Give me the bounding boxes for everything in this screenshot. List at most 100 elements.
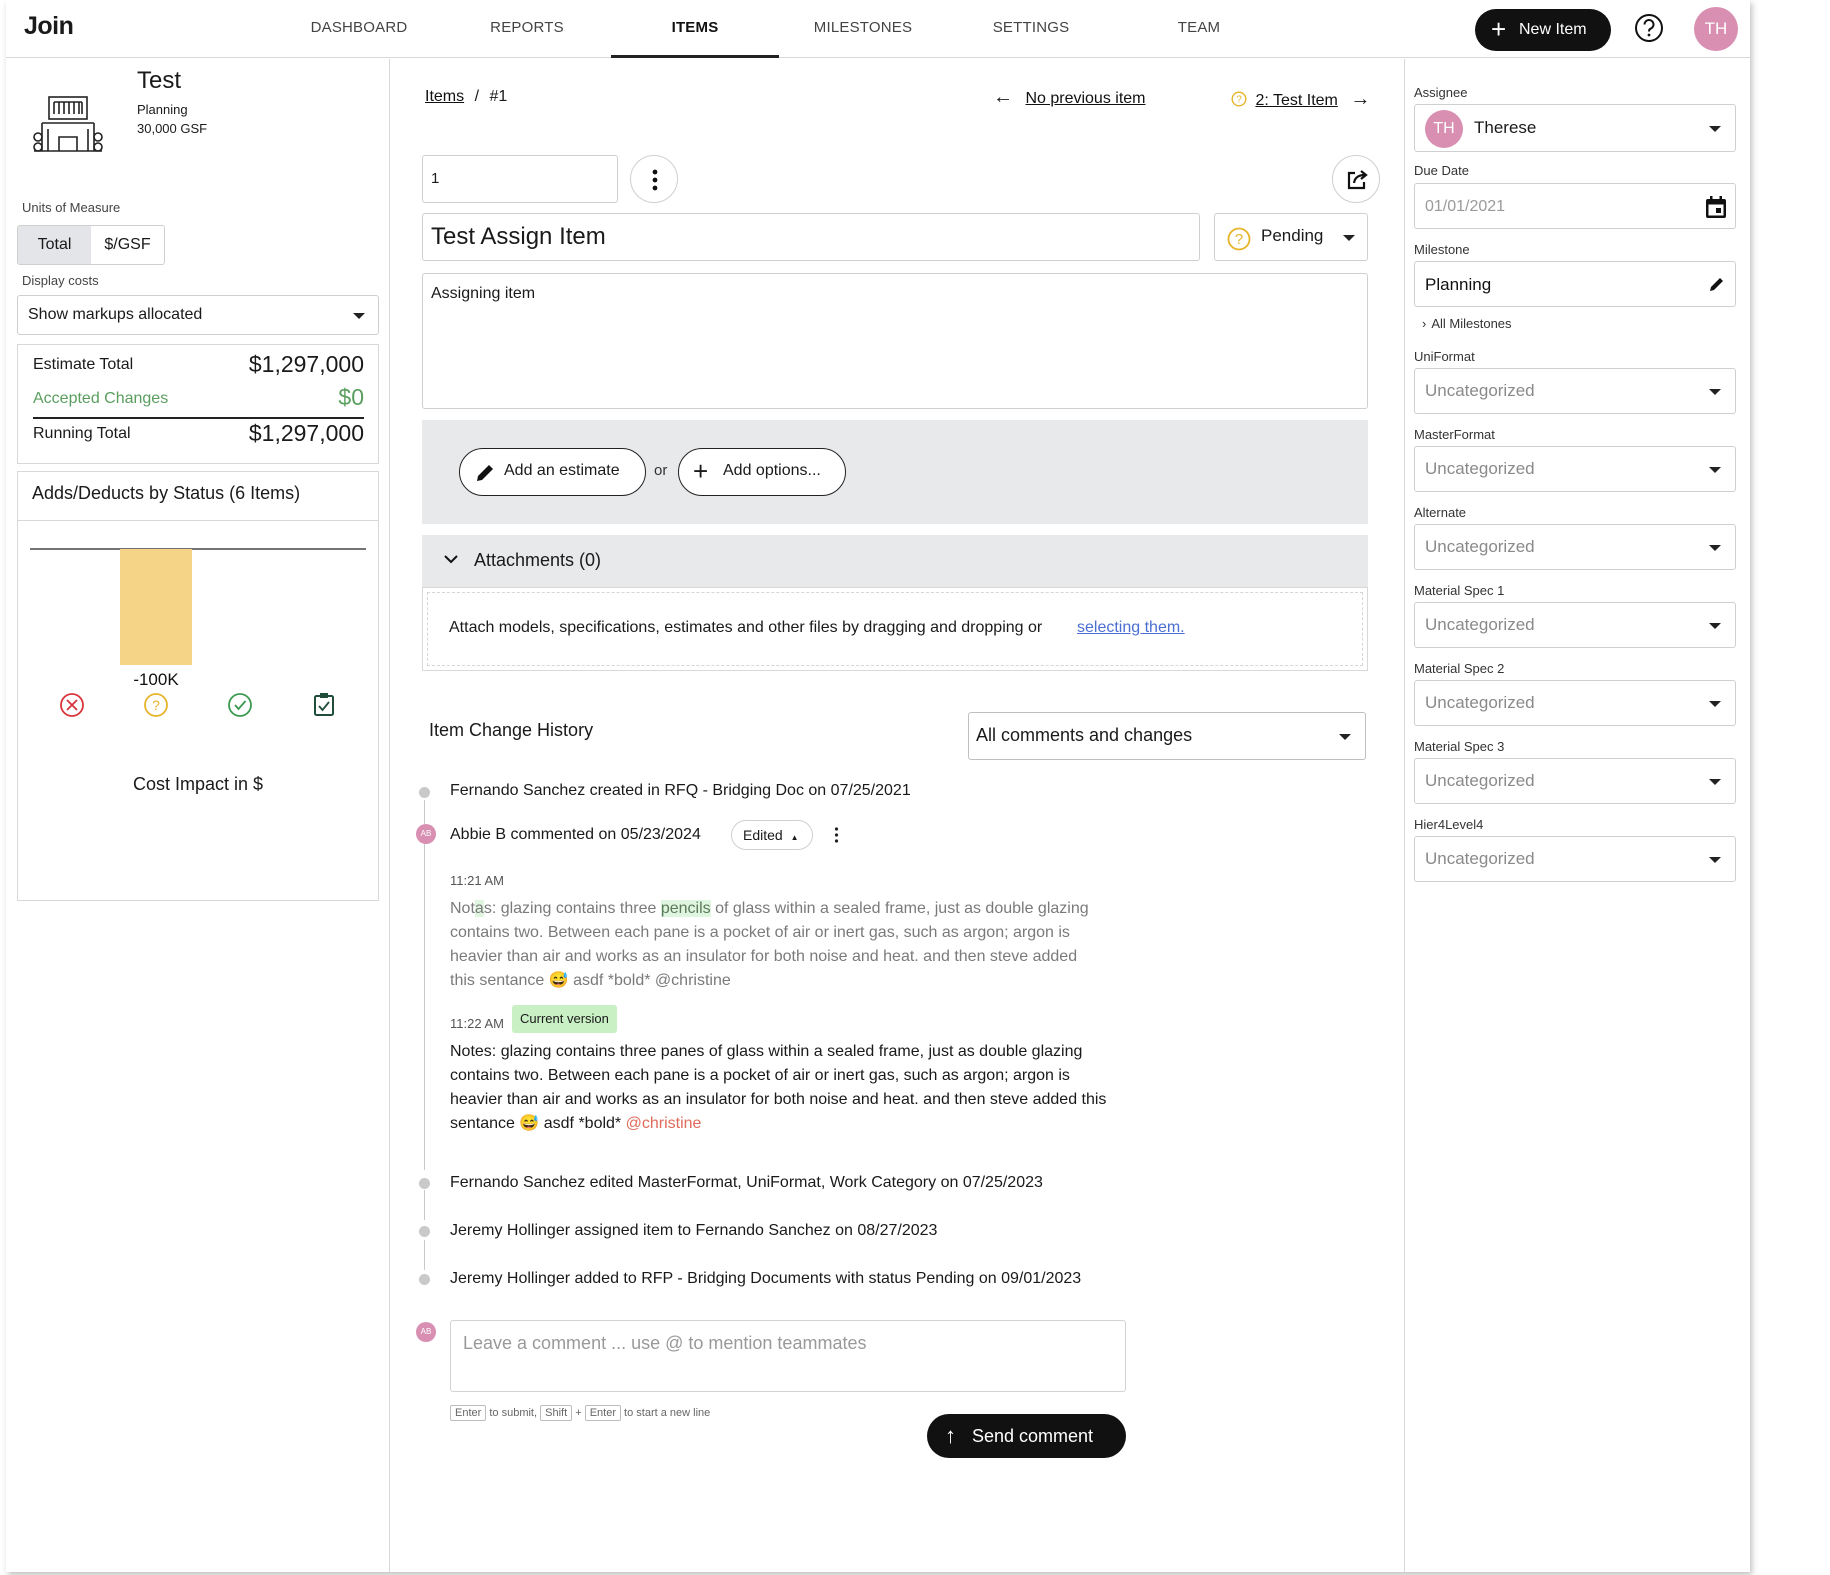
comment-input[interactable]: Leave a comment ... use @ to mention tea… [450,1320,1126,1392]
next-item-nav[interactable]: ? 2: Test Item → [1231,88,1370,111]
new-item-label: New Item [1519,21,1587,38]
chevron-down-icon [1709,701,1721,707]
arrow-left-icon: ← [993,86,1013,108]
status-chart-card: Adds/Deducts by Status (6 Items) -100K? … [17,471,379,901]
breadcrumb: Items / #1 [425,88,508,105]
svg-text:?: ? [1236,95,1242,106]
units-gsf-option[interactable]: $/GSF [91,226,164,264]
history-title: Item Change History [429,720,594,740]
chevron-up-icon: ▲ [790,833,799,842]
pencil-icon[interactable] [1709,276,1725,292]
material-spec-3-select[interactable]: Uncategorized [1414,758,1736,804]
hier4level4-select[interactable]: Uncategorized [1414,836,1736,882]
building-icon [33,96,103,152]
chevron-down-icon [1709,389,1721,395]
all-milestones-link[interactable]: › All Milestones [1422,316,1512,331]
tab-items[interactable]: ITEMS [611,0,779,58]
chevron-down-icon [1709,126,1721,132]
material-spec-1-select[interactable]: Uncategorized [1414,602,1736,648]
totals-card: Estimate Total $1,297,000 Accepted Chang… [17,344,379,464]
chevron-down-icon [1709,779,1721,785]
material-spec-3-value: Uncategorized [1425,771,1535,790]
timeline-dot [419,1226,430,1237]
masterformat-select[interactable]: Uncategorized [1414,446,1736,492]
accepted-status-icon [228,693,252,717]
chart-title: Adds/Deducts by Status (6 Items) [32,483,301,503]
item-number-input[interactable]: 1 [422,155,618,203]
prev-item-link[interactable]: No previous item [1025,90,1145,107]
help-icon[interactable] [1634,13,1664,43]
arrow-right-icon: → [1350,88,1371,110]
project-gsf: 30,000 GSF [137,121,208,136]
chart-x-label: Cost Impact in $ [132,774,264,794]
breadcrumb-items-link[interactable]: Items [425,88,464,105]
add-options-button[interactable]: + Add options... [678,448,846,496]
chevron-down-icon [1339,734,1351,740]
timeline-dot [419,1178,430,1189]
question-mark-icon: ? [152,697,160,713]
chart-title-divider [18,520,378,521]
timeline-line [424,844,425,1170]
history-filter-select[interactable]: All comments and changes [968,712,1366,760]
milestone-field[interactable]: Planning [1414,261,1736,307]
item-title-input[interactable]: Test Assign Item [422,213,1200,261]
status-chart: -100K? [30,548,366,717]
send-comment-button[interactable]: ↑ Send comment [927,1414,1126,1458]
new-item-button[interactable]: + New Item [1475,9,1611,51]
clipboard-clip-icon [320,693,328,698]
next-item-link[interactable]: 2: Test Item [1255,92,1337,109]
chevron-right-icon: › [1422,316,1427,331]
due-date-label: Due Date [1414,163,1469,178]
clipboard-icon [314,695,334,716]
item-more-button[interactable] [630,155,678,203]
material-spec-1-label: Material Spec 1 [1414,583,1505,598]
material-spec-2-value: Uncategorized [1425,693,1535,712]
edited-toggle[interactable]: Edited ▲ [731,820,813,850]
add-estimate-label: Add an estimate [504,462,620,479]
comment-more-icon[interactable] [834,827,839,843]
project-phase: Planning [137,102,188,117]
app-logo[interactable]: Join [24,12,74,41]
old-version-text: Notas: glazing contains three pencils of… [450,900,1089,989]
status-select[interactable]: ? Pending [1214,213,1368,261]
mention-link[interactable]: @christine [626,1115,702,1132]
accepted-changes-value: $0 [338,384,364,410]
chevron-down-icon [1709,857,1721,863]
chevron-down-icon [444,555,458,564]
tab-team[interactable]: TEAM [1115,0,1283,58]
calendar-icon[interactable] [1705,195,1727,219]
history-event: Fernando Sanchez created in RFQ - Bridgi… [450,782,911,799]
project-sidebar: Test Planning 30,000 GSF Units of Measur… [6,59,390,1572]
add-estimate-button[interactable]: Add an estimate [459,448,646,496]
history-event: Jeremy Hollinger assigned item to Fernan… [450,1222,938,1239]
timeline-line [424,1190,425,1220]
description-value: Assigning item [431,285,536,302]
due-date-input[interactable]: 01/01/2021 [1414,183,1736,229]
prev-item-nav[interactable]: ← No previous item [993,86,1146,109]
attach-instructions: Attach models, specifications, estimates… [449,619,1043,636]
material-spec-2-select[interactable]: Uncategorized [1414,680,1736,726]
select-files-link[interactable]: selecting them. [1077,619,1185,637]
units-total-option[interactable]: Total [18,226,91,264]
display-costs-select[interactable]: Show markups allocated [17,295,379,335]
tab-reports[interactable]: REPORTS [443,0,611,58]
assignee-select[interactable]: TH Therese [1414,104,1736,152]
tab-dashboard[interactable]: DASHBOARD [275,0,443,58]
item-number-value: 1 [431,170,440,187]
attachments-header[interactable]: Attachments (0) [422,535,1368,587]
tab-settings[interactable]: SETTINGS [947,0,1115,58]
pending-status-icon: ? [1231,91,1247,107]
tab-milestones[interactable]: MILESTONES [779,0,947,58]
current-version-badge: Current version [512,1005,617,1033]
or-label: or [654,462,668,479]
user-avatar[interactable]: TH [1694,7,1738,51]
material-spec-3-label: Material Spec 3 [1414,739,1505,754]
chart-bar-label: -100K [133,670,179,689]
old-version-time: 11:21 AM [450,873,504,888]
description-textarea[interactable]: Assigning item [422,273,1368,409]
alternate-select[interactable]: Uncategorized [1414,524,1736,570]
uniformat-select[interactable]: Uncategorized [1414,368,1736,414]
attachments-dropzone[interactable]: Attach models, specifications, estimates… [422,587,1368,671]
share-button[interactable] [1332,155,1380,203]
x-mark-icon [66,699,78,711]
